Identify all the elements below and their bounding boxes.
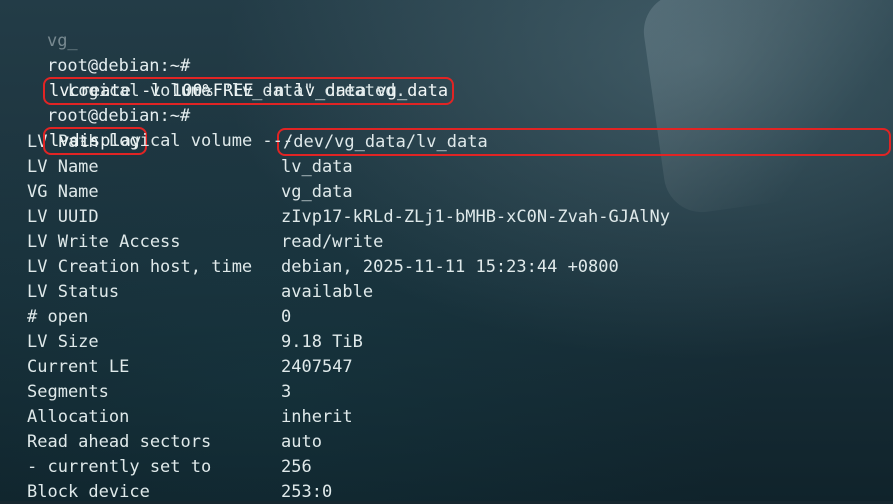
field-value: 2407547 xyxy=(281,356,353,377)
field-value: 0 xyxy=(281,306,292,327)
field-label: Allocation xyxy=(27,406,130,427)
field-value: 256 xyxy=(281,456,312,477)
field-row-segments: Segments 3 xyxy=(6,379,887,404)
field-row-open: # open 0 xyxy=(6,304,887,329)
field-row-vg-name: VG Name vg_data xyxy=(6,179,887,204)
field-label: Segments xyxy=(27,381,109,402)
command-line-create[interactable]: root@debian:~# lvcreate -l 100%FREE -n l… xyxy=(6,29,887,105)
field-row-lv-size: LV Size 9.18 TiB xyxy=(6,329,887,354)
field-row-block-device: Block device 253:0 xyxy=(6,479,887,504)
field-label: VG Name xyxy=(27,181,99,202)
field-value: inherit xyxy=(281,406,353,427)
field-label: - currently set to xyxy=(27,456,212,477)
field-value: 9.18 TiB xyxy=(281,331,363,352)
field-row-current-le: Current LE 2407547 xyxy=(6,354,887,379)
field-value: 253:0 xyxy=(281,481,333,502)
field-value: 3 xyxy=(281,381,292,402)
field-label: Read ahead sectors xyxy=(27,431,212,452)
field-row-allocation: Allocation inherit xyxy=(6,404,887,429)
command-line-display[interactable]: root@debian:~# lvdisplay xyxy=(6,79,887,155)
field-value: vg_data xyxy=(281,181,353,202)
partial-output-line: vg_ xyxy=(6,4,887,51)
field-row-lv-name: LV Name lv_data xyxy=(6,154,887,179)
field-row-creation-host-time: LV Creation host, time debian, 2025-11-1… xyxy=(6,254,887,279)
field-label: Current LE xyxy=(27,356,130,377)
field-label: LV Write Access xyxy=(27,231,181,252)
field-label: LV Name xyxy=(27,156,99,177)
field-label: LV Creation host, time xyxy=(27,256,253,277)
field-label: LV Size xyxy=(27,331,99,352)
field-row-read-ahead: Read ahead sectors auto xyxy=(6,429,887,454)
field-row-write-access: LV Write Access read/write xyxy=(6,229,887,254)
terminal-window[interactable]: vg_ root@debian:~# lvcreate -l 100%FREE … xyxy=(6,4,891,504)
field-value: debian, 2025-11-11 15:23:44 +0800 xyxy=(281,256,619,277)
field-row-currently-set: - currently set to 256 xyxy=(6,454,887,479)
field-value: available xyxy=(281,281,374,302)
created-message-line: Logical volume "lv_data" created. xyxy=(6,54,887,101)
field-value: lv_data xyxy=(281,156,353,177)
section-title-line: --- Logical volume --- xyxy=(6,104,887,151)
field-label: LV UUID xyxy=(27,206,99,227)
field-value: read/write xyxy=(281,231,384,252)
field-row-lv-uuid: LV UUID zIvp17-kRLd-ZLj1-bMHB-xC0N-Zvah-… xyxy=(6,204,887,229)
field-value: auto xyxy=(281,431,322,452)
field-label: LV Status xyxy=(27,281,120,302)
field-value-lv-path: /dev/vg_data/lv_data xyxy=(277,127,891,156)
field-row-lv-status: LV Status available xyxy=(6,279,887,304)
field-label: # open xyxy=(27,306,89,327)
field-label: Block device xyxy=(27,481,150,502)
section-title: --- Logical volume --- xyxy=(67,131,294,151)
field-value: zIvp17-kRLd-ZLj1-bMHB-xC0N-Zvah-GJAlNy xyxy=(281,206,670,227)
